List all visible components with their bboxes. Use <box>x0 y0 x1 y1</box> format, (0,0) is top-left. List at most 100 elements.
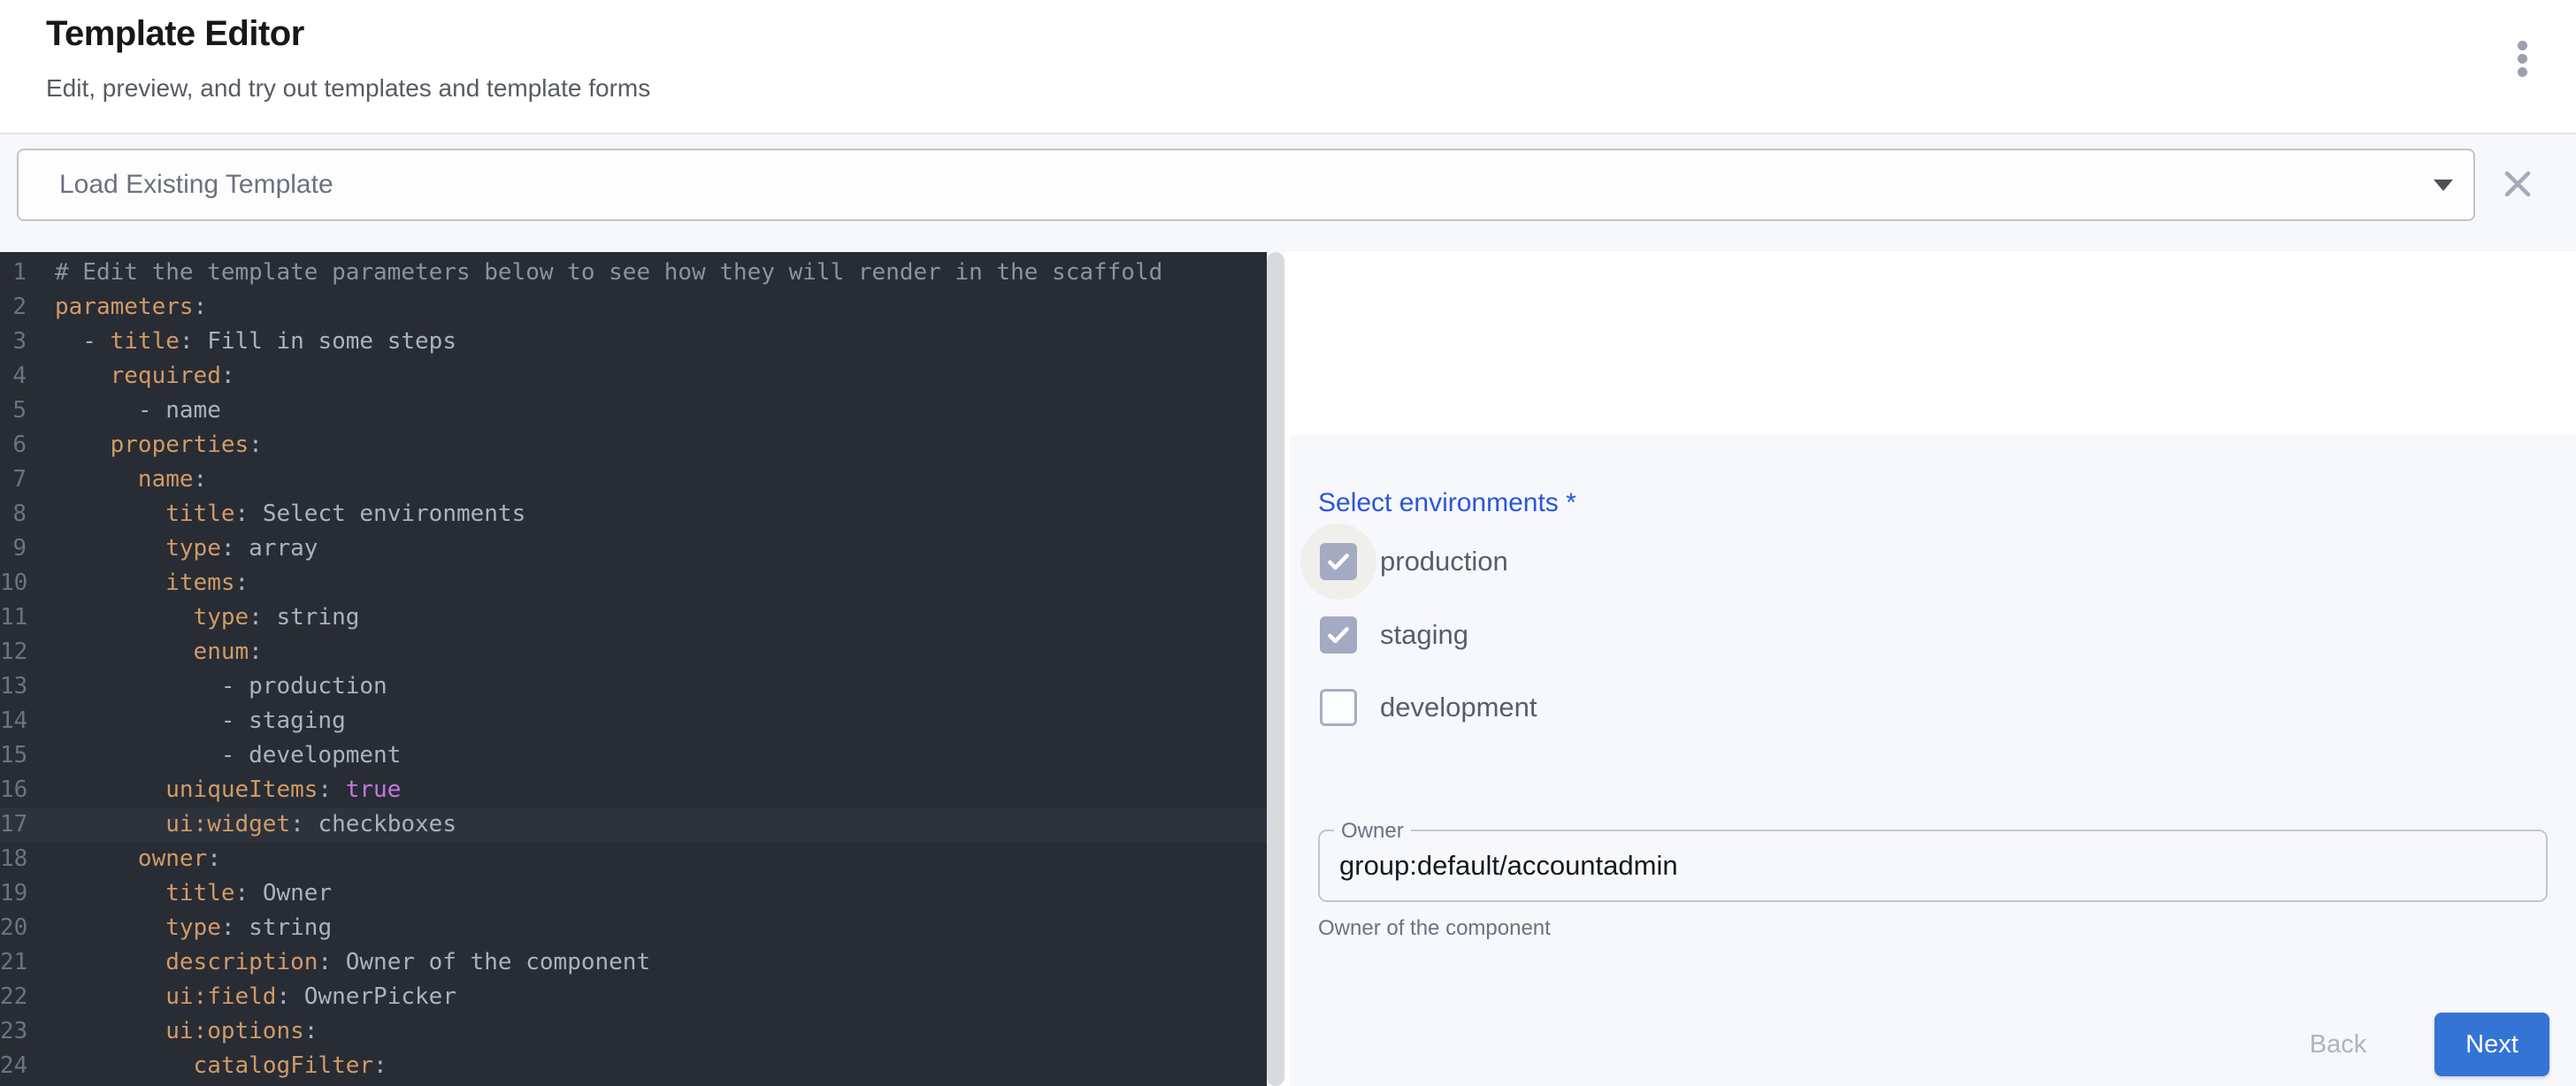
code-line: 17 ui:widget: checkboxes <box>0 807 1267 842</box>
line-number: 3 <box>0 325 27 359</box>
checkbox[interactable] <box>1320 616 1357 654</box>
code-line: 6 properties: <box>0 428 1267 463</box>
checkbox-label[interactable]: development <box>1380 669 1537 746</box>
line-number: 14 <box>0 704 27 738</box>
code-text: parameters: <box>27 290 207 325</box>
check-icon <box>1324 547 1353 576</box>
line-number: 18 <box>0 842 27 876</box>
load-existing-template-select[interactable]: Load Existing Template <box>17 149 2475 221</box>
next-button[interactable]: Next <box>2434 1013 2549 1076</box>
code-line: 15 - development <box>0 738 1267 773</box>
chevron-down-icon <box>2434 180 2453 191</box>
checkbox[interactable] <box>1320 543 1357 580</box>
code-text: type: string <box>27 600 359 635</box>
code-text: catalogFilter: <box>27 1049 387 1083</box>
line-number: 9 <box>0 532 27 566</box>
code-text: properties: <box>27 428 263 463</box>
line-number: 8 <box>0 497 27 532</box>
code-line: 16 uniqueItems: true <box>0 773 1267 807</box>
code-line: 18 owner: <box>0 842 1267 876</box>
code-line: 5 - name <box>0 394 1267 428</box>
code-line: 10 items: <box>0 566 1267 600</box>
code-line: 11 type: string <box>0 600 1267 635</box>
toolbar: Load Existing Template <box>0 134 2576 252</box>
code-text: - production <box>27 669 387 704</box>
owner-field[interactable]: Owner group:default/accountadmin <box>1318 830 2548 902</box>
code-line: 8 title: Select environments <box>0 497 1267 532</box>
code-line: 13 - production <box>0 669 1267 704</box>
line-number: 22 <box>0 980 27 1014</box>
header: Template Editor Edit, preview, and try o… <box>0 0 2576 133</box>
checkbox-label[interactable]: staging <box>1380 597 1468 673</box>
line-number: 10 <box>0 566 27 600</box>
line-number: 6 <box>0 428 27 463</box>
kebab-menu-icon <box>2518 41 2527 77</box>
code-text: ui:field: OwnerPicker <box>27 980 456 1014</box>
line-number: 12 <box>0 635 27 669</box>
code-text: name: <box>27 463 207 497</box>
clear-template-button[interactable] <box>2493 160 2542 210</box>
code-line: 24 catalogFilter: <box>0 1049 1267 1083</box>
code-line: 2parameters: <box>0 290 1267 325</box>
owner-field-value: group:default/accountadmin <box>1339 831 1678 900</box>
code-line: 4 required: <box>0 359 1267 394</box>
code-line: 22 ui:field: OwnerPicker <box>0 980 1267 1014</box>
line-number: 1 <box>0 256 27 290</box>
line-number: 23 <box>0 1014 27 1049</box>
code-text: ui:widget: checkboxes <box>27 807 456 842</box>
checkbox-label[interactable]: production <box>1380 524 1508 600</box>
code-text: title: Select environments <box>27 497 525 532</box>
code-text: - staging <box>27 704 346 738</box>
code-text: type: array <box>27 532 318 566</box>
code-line: 3 - title: Fill in some steps <box>0 325 1267 359</box>
line-number: 16 <box>0 773 27 807</box>
code-line: 1# Edit the template parameters below to… <box>0 256 1267 290</box>
code-text: ui:options: <box>27 1014 318 1049</box>
page-subtitle: Edit, preview, and try out templates and… <box>46 74 650 103</box>
checkbox[interactable] <box>1320 689 1357 726</box>
line-number: 7 <box>0 463 27 497</box>
line-number: 15 <box>0 738 27 773</box>
code-line: 7 name: <box>0 463 1267 497</box>
split-divider-handle[interactable] <box>1267 252 1284 1086</box>
checkbox-row[interactable]: staging <box>1290 597 1856 673</box>
line-number: 24 <box>0 1049 27 1083</box>
code-text: - title: Fill in some steps <box>27 325 456 359</box>
line-number: 13 <box>0 669 27 704</box>
more-options-button[interactable] <box>2498 32 2548 96</box>
line-number: 21 <box>0 945 27 980</box>
code-text: # Edit the template parameters below to … <box>27 256 1162 290</box>
code-lines: 1# Edit the template parameters below to… <box>0 256 1267 1083</box>
code-text: description: Owner of the component <box>27 945 650 980</box>
code-text: enum: <box>27 635 263 669</box>
line-number: 20 <box>0 911 27 945</box>
close-icon <box>2502 168 2534 200</box>
code-line: 20 type: string <box>0 911 1267 945</box>
field-group-label: Select environments * <box>1318 488 1576 518</box>
checkbox-row[interactable]: development <box>1290 669 1856 746</box>
code-text: items: <box>27 566 249 600</box>
line-number: 17 <box>0 807 27 842</box>
code-line: 14 - staging <box>0 704 1267 738</box>
check-icon <box>1324 621 1353 649</box>
line-number: 11 <box>0 600 27 635</box>
code-text: title: Owner <box>27 876 332 911</box>
code-line: 9 type: array <box>0 532 1267 566</box>
code-line: 23 ui:options: <box>0 1014 1267 1049</box>
code-text: - development <box>27 738 401 773</box>
checkbox-row[interactable]: production <box>1290 524 1856 600</box>
line-number: 4 <box>0 359 27 394</box>
code-editor[interactable]: 1# Edit the template parameters below to… <box>0 252 1267 1086</box>
code-line: 19 title: Owner <box>0 876 1267 911</box>
page-title: Template Editor <box>46 14 304 54</box>
owner-helper-text: Owner of the component <box>1318 916 1551 941</box>
code-text: owner: <box>27 842 221 876</box>
line-number: 5 <box>0 394 27 428</box>
code-text: required: <box>27 359 235 394</box>
code-line: 12 enum: <box>0 635 1267 669</box>
code-text: type: string <box>27 911 332 945</box>
form-card: Select environments * productionstagingd… <box>1290 435 2576 1086</box>
back-button[interactable]: Back <box>2289 1013 2387 1076</box>
line-number: 19 <box>0 876 27 911</box>
code-text: uniqueItems: true <box>27 773 401 807</box>
